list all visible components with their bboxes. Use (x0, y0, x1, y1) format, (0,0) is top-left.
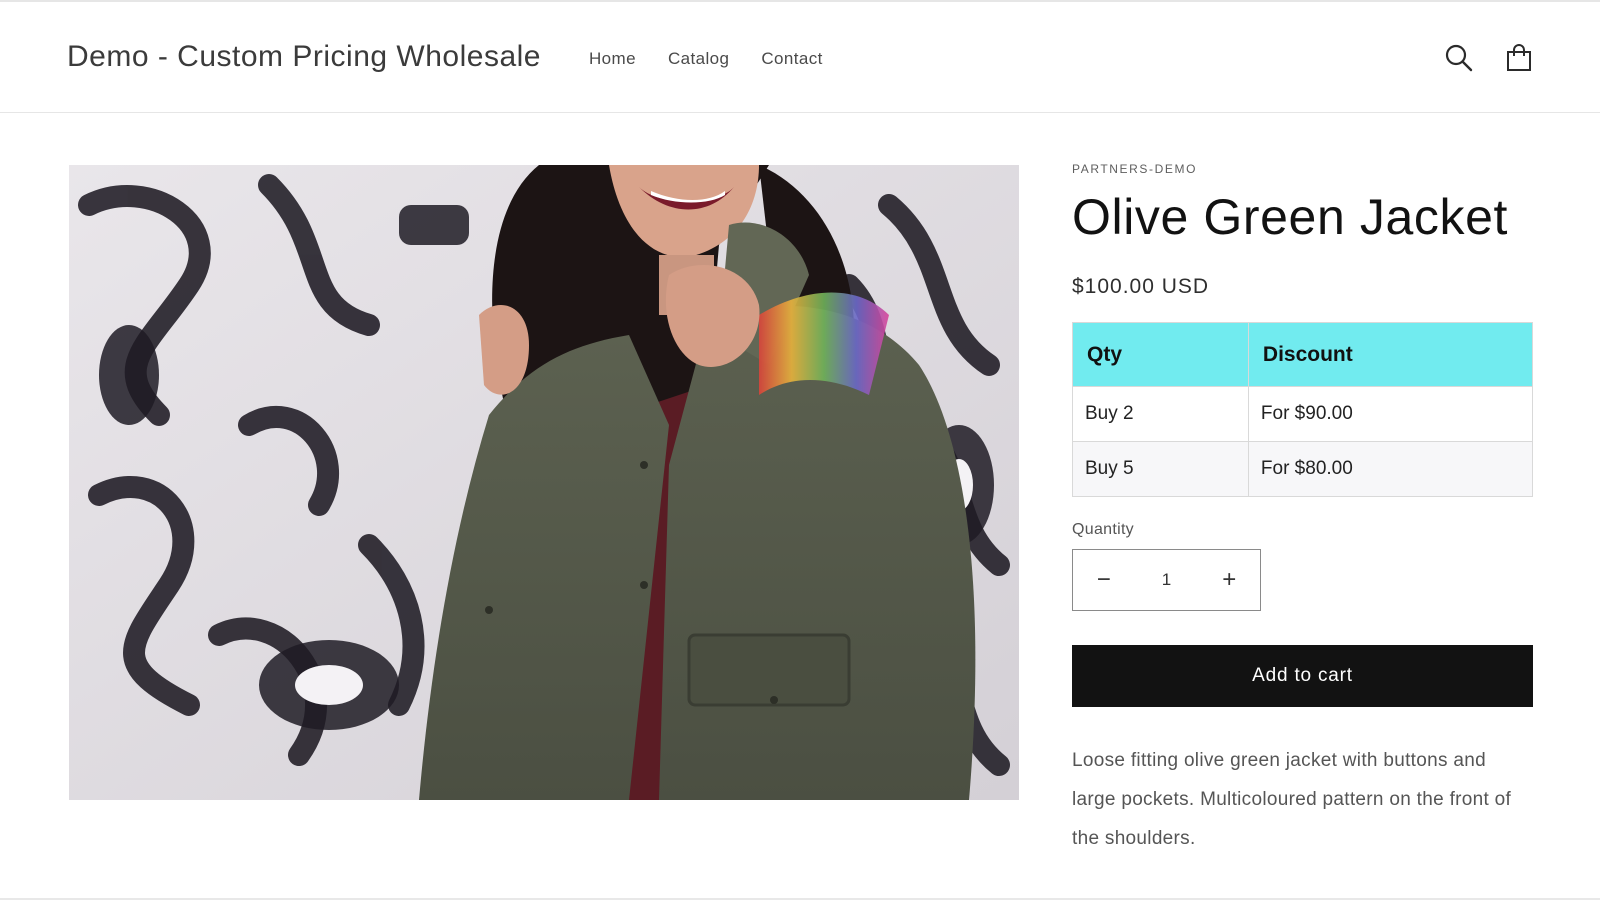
product-price: $100.00 USD (1072, 275, 1210, 298)
product-image[interactable] (69, 165, 1019, 800)
quantity-label: Quantity (1072, 521, 1134, 538)
product-info: PARTNERS-DEMO Olive Green Jacket $100.00… (1072, 162, 1534, 858)
store-title[interactable]: Demo - Custom Pricing Wholesale (67, 40, 541, 74)
search-icon (1445, 44, 1473, 72)
cart-icon (1507, 44, 1531, 71)
discount-header-qty: Qty (1072, 322, 1249, 387)
plus-icon: + (1222, 566, 1237, 593)
product-description: Loose fitting olive green jacket with bu… (1072, 750, 1512, 849)
discount-header-discount: Discount (1247, 322, 1534, 387)
decrease-quantity-button[interactable]: − (1073, 550, 1135, 610)
product-title: Olive Green Jacket (1072, 189, 1508, 245)
quantity-input[interactable] (1134, 569, 1199, 591)
site-header: Demo - Custom Pricing Wholesale Home Cat… (0, 0, 1600, 113)
discount-table-header-row: Qty Discount (1072, 322, 1534, 387)
discount-row-qty: Buy 5 (1072, 441, 1249, 497)
discount-row-price: For $80.00 (1247, 441, 1534, 497)
discount-row-qty: Buy 2 (1072, 386, 1249, 442)
main-nav: Home Catalog Contact (589, 49, 823, 69)
discount-row-price: For $90.00 (1247, 386, 1534, 442)
discount-table: Qty Discount Buy 2 For $90.00 Buy 5 For … (1072, 322, 1534, 497)
cart-button[interactable] (1503, 42, 1535, 74)
table-row: Buy 2 For $90.00 (1072, 386, 1534, 442)
table-row: Buy 5 For $80.00 (1072, 441, 1534, 497)
add-to-cart-button[interactable]: Add to cart (1072, 645, 1533, 707)
quantity-stepper: − + (1072, 549, 1261, 611)
nav-catalog[interactable]: Catalog (668, 49, 729, 69)
increase-quantity-button[interactable]: + (1199, 550, 1261, 610)
nav-home[interactable]: Home (589, 49, 636, 69)
minus-icon: − (1096, 566, 1111, 593)
nav-contact[interactable]: Contact (761, 49, 822, 69)
search-button[interactable] (1443, 42, 1475, 74)
product-vendor: PARTNERS-DEMO (1072, 162, 1198, 176)
